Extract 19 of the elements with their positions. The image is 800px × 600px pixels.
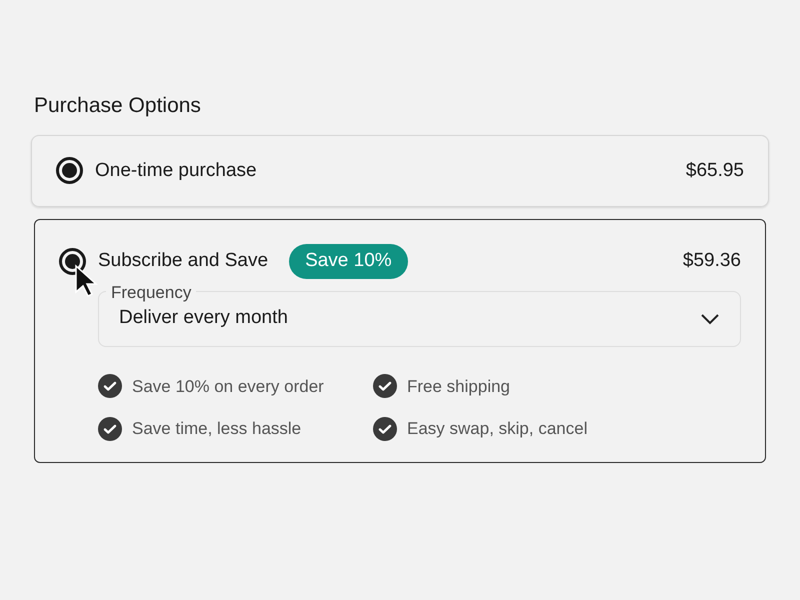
check-icon [373, 416, 397, 441]
section-heading: Purchase Options [34, 93, 202, 119]
check-icon [98, 416, 122, 441]
mouse-pointer-icon [74, 264, 98, 298]
option-label: One-time purchase [95, 158, 257, 182]
benefit-text: Free shipping [407, 376, 510, 398]
check-icon [373, 374, 397, 398]
option-price: $59.36 [682, 249, 741, 273]
option-card[interactable]: One-time purchase $65.95 [31, 134, 769, 207]
option-price: $65.95 [686, 158, 744, 182]
option-label: Subscribe and Save [98, 249, 268, 273]
check-icon [98, 374, 122, 398]
benefit-text: Save time, less hassle [132, 418, 302, 440]
option-card[interactable]: Subscribe and Save Save 10% $59.36 Frequency Deliver every month Save 10% on every order Free shipping Save time, less hassle Easy swap, skip, cancel [34, 219, 766, 462]
radio-button[interactable] [56, 157, 83, 184]
benefit-text: Save 10% on every order [132, 376, 324, 398]
discount-badge: Save 10% [289, 244, 408, 278]
chevron-down-icon [700, 312, 720, 324]
benefit-text: Easy swap, skip, cancel [407, 418, 588, 440]
